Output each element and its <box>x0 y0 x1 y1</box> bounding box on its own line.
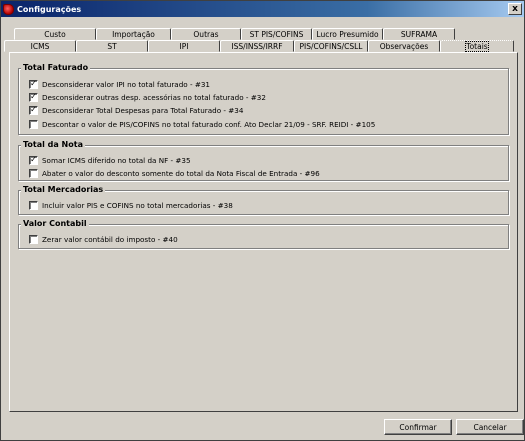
confirm-button-label: Confirmar <box>399 422 437 432</box>
tab-label: PIS/COFINS/CSLL <box>299 41 363 51</box>
tab-strip: Custo Importação Outras ST PIS/COFINS Lu… <box>4 28 522 52</box>
tab-st-pis-cofins[interactable]: ST PIS/COFINS <box>241 28 312 40</box>
checkbox[interactable]: ✓ <box>29 105 38 115</box>
checkbox-row[interactable]: ✓ Desconsiderar valor IPI no total fatur… <box>29 79 210 89</box>
checkbox-label: Descontar o valor de PIS/COFINS no total… <box>42 119 376 129</box>
group-title: Valor Contabil <box>21 219 89 228</box>
cancel-button[interactable]: Cancelar <box>456 419 524 435</box>
tab-label: IPI <box>179 41 189 51</box>
group-total-faturado: Total Faturado ✓ Desconsiderar valor IPI… <box>18 63 509 135</box>
tab-outras[interactable]: Outras <box>171 28 241 40</box>
tab-suframa[interactable]: SUFRAMA <box>383 28 455 40</box>
checkbox-row[interactable]: Zerar valor contábil do imposto - #40 <box>29 234 178 244</box>
window-title: Configurações <box>17 4 82 14</box>
tab-content-totais: Total Faturado ✓ Desconsiderar valor IPI… <box>9 52 518 412</box>
title-bar[interactable]: Configurações x <box>1 1 524 17</box>
group-valor-contabil: Valor Contabil Zerar valor contábil do i… <box>18 219 509 249</box>
app-icon <box>3 3 14 15</box>
checkbox-label: Abater o valor do desconto somente do to… <box>42 168 320 178</box>
group-total-da-nota: Total da Nota ✓ Somar ICMS diferido no t… <box>18 140 509 181</box>
checkbox[interactable] <box>29 234 38 244</box>
checkbox-label: Somar ICMS diferido no total da NF - #35 <box>42 155 191 165</box>
checkbox-row[interactable]: ✓ Desconsiderar outras desp. acessórias … <box>29 92 266 102</box>
tab-pis-cofins-csll[interactable]: PIS/COFINS/CSLL <box>294 40 368 52</box>
tab-row-2: ICMS ST IPI ISS/INSS/IRRF PIS/COFINS/CSL… <box>4 40 522 52</box>
tab-custo[interactable]: Custo <box>14 28 96 40</box>
tab-importacao[interactable]: Importação <box>96 28 171 40</box>
tab-icms[interactable]: ICMS <box>4 40 76 52</box>
tab-st[interactable]: ST <box>76 40 148 52</box>
checkbox[interactable]: ✓ <box>29 155 38 165</box>
tab-row-1: Custo Importação Outras ST PIS/COFINS Lu… <box>14 28 522 40</box>
checkbox-label: Desconsiderar valor IPI no total faturad… <box>42 79 210 89</box>
tab-label: ICMS <box>30 41 50 51</box>
checkbox-row[interactable]: ✓ Desconsiderar Total Despesas para Tota… <box>29 105 243 115</box>
tab-label: Totais <box>465 40 489 52</box>
checkbox-label: Zerar valor contábil do imposto - #40 <box>42 234 178 244</box>
checkbox-row[interactable]: Incluir valor PIS e COFINS no total merc… <box>29 200 233 210</box>
group-title: Total da Nota <box>21 140 85 149</box>
checkbox-label: Desconsiderar Total Despesas para Total … <box>42 105 244 115</box>
tab-iss-inss-irrf[interactable]: ISS/INSS/IRRF <box>220 40 294 52</box>
group-title: Total Faturado <box>21 63 91 72</box>
checkbox[interactable] <box>29 119 38 129</box>
tab-label: ISS/INSS/IRRF <box>231 41 283 51</box>
checkbox[interactable]: ✓ <box>29 92 38 102</box>
tab-label: Importação <box>112 29 155 39</box>
tab-lucro-presumido[interactable]: Lucro Presumido <box>312 28 383 40</box>
checkbox-row[interactable]: ✓ Somar ICMS diferido no total da NF - #… <box>29 155 191 165</box>
checkbox-label: Incluir valor PIS e COFINS no total merc… <box>42 200 233 210</box>
tab-label: Observações <box>379 41 429 51</box>
group-title: Total Mercadorias <box>21 185 106 194</box>
checkbox[interactable]: ✓ <box>29 79 38 89</box>
checkbox[interactable] <box>29 200 38 210</box>
tab-label: Custo <box>44 29 66 39</box>
tab-label: Lucro Presumido <box>316 29 379 39</box>
close-icon[interactable]: x <box>508 3 522 15</box>
checkbox-row[interactable]: Descontar o valor de PIS/COFINS no total… <box>29 119 375 129</box>
group-total-mercadorias: Total Mercadorias Incluir valor PIS e CO… <box>18 185 509 215</box>
cancel-button-label: Cancelar <box>473 422 507 432</box>
tab-label: ST <box>107 41 117 51</box>
checkbox[interactable] <box>29 168 38 178</box>
tab-label: Outras <box>193 29 219 39</box>
checkbox-label: Desconsiderar outras desp. acessórias no… <box>42 92 266 102</box>
tab-ipi[interactable]: IPI <box>148 40 220 52</box>
tab-label: ST PIS/COFINS <box>249 29 304 39</box>
configuracoes-window: Configurações x Custo Importação Outras … <box>0 0 525 441</box>
tab-label: SUFRAMA <box>400 29 438 39</box>
checkbox-row[interactable]: Abater o valor do desconto somente do to… <box>29 168 320 178</box>
confirm-button[interactable]: Confirmar <box>384 419 452 435</box>
tab-totais[interactable]: Totais <box>440 40 514 52</box>
tab-observacoes[interactable]: Observações <box>368 40 440 52</box>
